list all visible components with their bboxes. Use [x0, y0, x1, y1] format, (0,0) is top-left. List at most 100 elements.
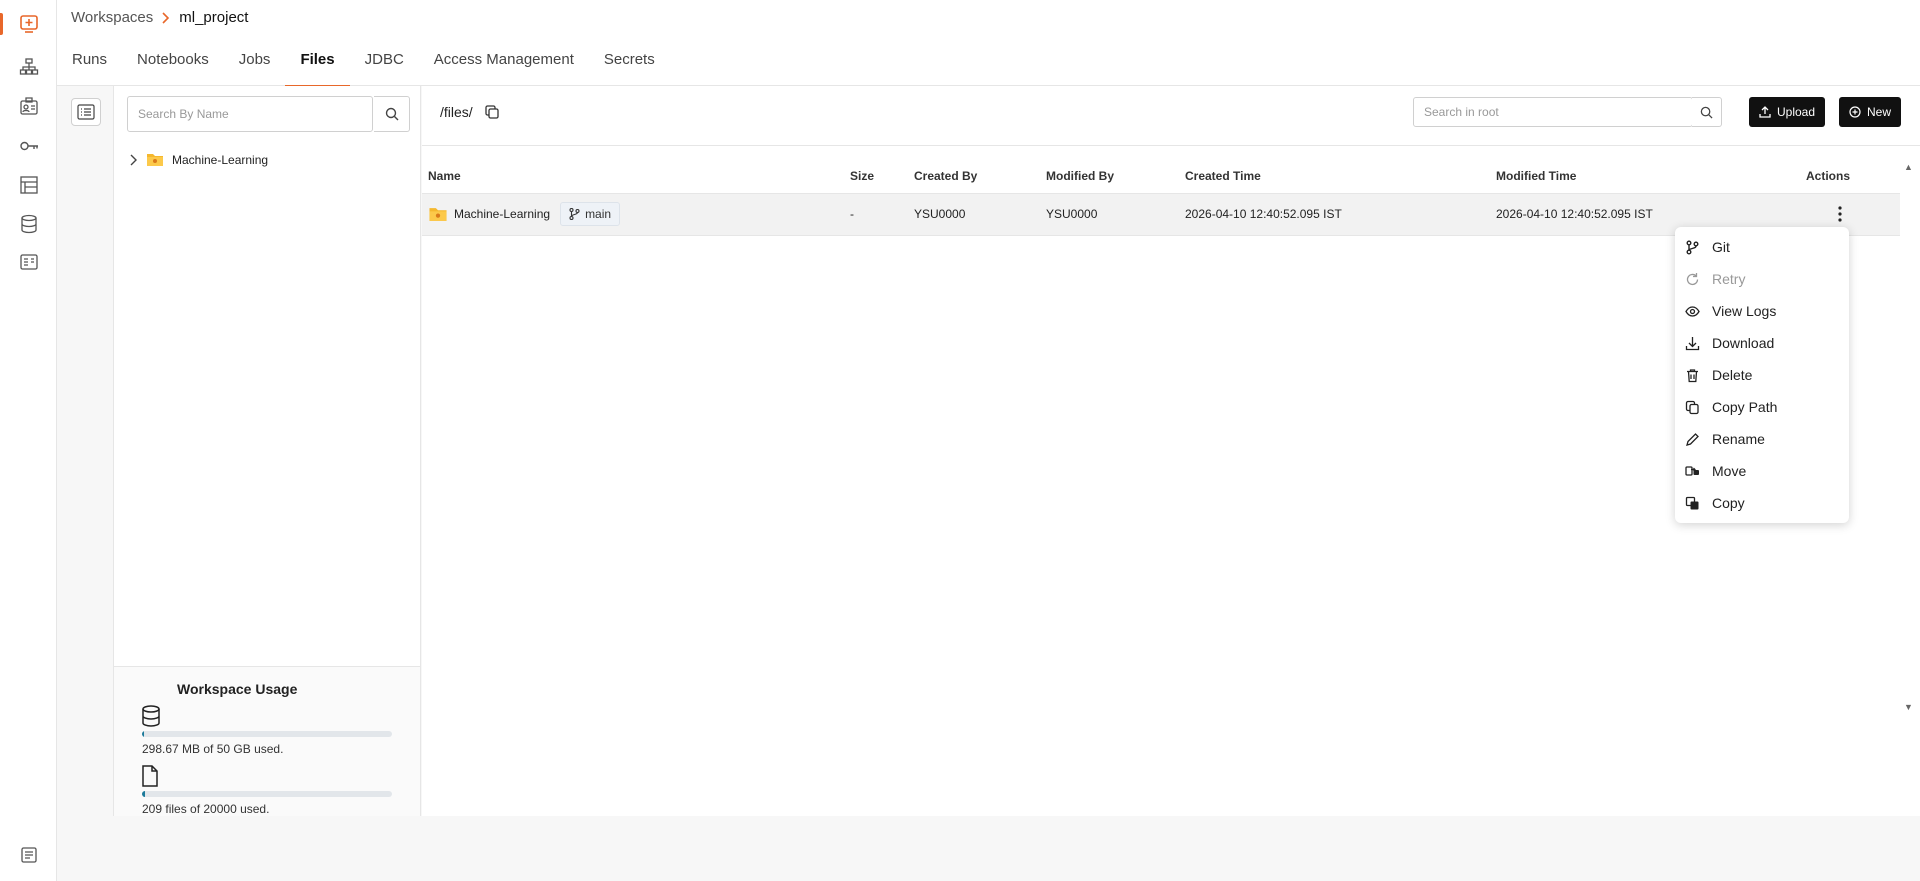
menu-item-label: Move — [1712, 463, 1747, 479]
path-row: /files/ — [440, 104, 499, 120]
copy-path-icon[interactable] — [485, 105, 499, 119]
plus-circle-icon — [1849, 106, 1861, 118]
menu-item-git[interactable]: Git — [1675, 231, 1849, 263]
move-icon — [1685, 465, 1699, 476]
tab-jobs[interactable]: Jobs — [224, 40, 286, 86]
key-icon — [19, 141, 38, 151]
breadcrumb: Workspaces ml_project — [71, 9, 248, 26]
tree-item-machine-learning[interactable]: Machine-Learning — [128, 152, 268, 167]
menu-item-rename[interactable]: Rename — [1675, 423, 1849, 455]
table-header-row: Name Size Created By Modified By Created… — [422, 159, 1900, 194]
file-tree-panel: Machine-Learning Workspace Usage 298.67 … — [114, 86, 421, 816]
eye-icon — [1685, 305, 1700, 317]
col-modified-time[interactable]: Modified Time — [1490, 159, 1800, 194]
rail-users[interactable] — [0, 87, 57, 125]
retry-icon — [1686, 272, 1699, 285]
rail-docs[interactable] — [0, 836, 57, 874]
storage-usage-fill — [142, 731, 144, 737]
tree-search-button[interactable] — [374, 96, 410, 132]
menu-item-label: Copy Path — [1712, 399, 1778, 415]
row-context-menu: Git Retry View Logs Download Delete Copy… — [1675, 227, 1849, 523]
branch-chip[interactable]: main — [560, 202, 621, 226]
tab-runs[interactable]: Runs — [57, 40, 122, 86]
menu-item-label: Delete — [1712, 367, 1753, 383]
sitemap-icon — [19, 58, 38, 75]
menu-item-label: View Logs — [1712, 303, 1777, 319]
menu-item-view-logs[interactable]: View Logs — [1675, 295, 1849, 327]
menu-item-copy-path[interactable]: Copy Path — [1675, 391, 1849, 423]
breadcrumb-workspaces[interactable]: Workspaces — [71, 9, 153, 26]
menu-item-label: Retry — [1712, 271, 1746, 287]
upload-icon — [1759, 106, 1771, 118]
col-created-by[interactable]: Created By — [908, 159, 1040, 194]
workspace-usage: Workspace Usage 298.67 MB of 50 GB used.… — [114, 666, 420, 816]
col-created-time[interactable]: Created Time — [1179, 159, 1490, 194]
scroll-down-arrow[interactable]: ▼ — [1904, 702, 1913, 712]
files-usage-fill — [142, 791, 145, 797]
rail-data[interactable] — [0, 205, 57, 243]
toolbar-divider — [422, 145, 1920, 146]
new-label: New — [1867, 105, 1892, 119]
search-icon — [1700, 106, 1713, 119]
search-icon — [385, 107, 398, 121]
tab-notebooks[interactable]: Notebooks — [122, 40, 224, 86]
row-actions-button[interactable] — [1830, 204, 1850, 224]
file-icon — [142, 765, 158, 787]
col-name[interactable]: Name — [422, 159, 844, 194]
rail-reports[interactable] — [0, 243, 57, 281]
branch-name: main — [585, 207, 612, 221]
trash-icon — [1687, 368, 1698, 382]
git-folder-icon — [147, 154, 163, 166]
usage-title: Workspace Usage — [177, 681, 298, 697]
tree-search-input[interactable] — [127, 96, 373, 132]
kebab-menu-icon — [1838, 205, 1842, 222]
new-button[interactable]: New — [1839, 97, 1902, 127]
menu-item-retry[interactable]: Retry — [1675, 263, 1849, 295]
rail-workspace[interactable] — [0, 5, 57, 43]
tab-access-management[interactable]: Access Management — [419, 40, 589, 86]
tree-toggle-column — [57, 86, 114, 816]
pencil-icon — [1686, 432, 1699, 446]
rail-pipelines[interactable] — [0, 48, 57, 86]
tree-item-label: Machine-Learning — [172, 152, 269, 167]
root-search-input[interactable] — [1413, 97, 1693, 127]
tab-secrets[interactable]: Secrets — [589, 40, 670, 86]
col-modified-by[interactable]: Modified By — [1040, 159, 1179, 194]
boards-icon — [19, 176, 38, 194]
cell-size: - — [844, 193, 908, 236]
menu-item-delete[interactable]: Delete — [1675, 359, 1849, 391]
download-icon — [1685, 336, 1700, 350]
chevron-right-icon[interactable] — [128, 154, 138, 166]
git-branch-icon — [569, 208, 580, 220]
scroll-up-arrow[interactable]: ▲ — [1904, 162, 1913, 172]
git-folder-icon — [429, 208, 447, 221]
menu-item-move[interactable]: Move — [1675, 455, 1849, 487]
cell-modified-by: YSU0000 — [1040, 193, 1179, 236]
app-root: Workspaces ml_project Runs Notebooks Job… — [0, 0, 1920, 881]
tab-bar: Runs Notebooks Jobs Files JDBC Access Ma… — [57, 40, 1920, 87]
cell-created-time: 2026-04-10 12:40:52.095 IST — [1179, 193, 1490, 236]
col-actions: Actions — [1800, 159, 1900, 194]
receipt-icon — [19, 254, 38, 270]
breadcrumb-current: ml_project — [179, 9, 249, 26]
rail-keys[interactable] — [0, 127, 57, 165]
menu-item-label: Rename — [1712, 431, 1765, 447]
workspace-icon — [19, 15, 38, 33]
menu-item-download[interactable]: Download — [1675, 327, 1849, 359]
upload-label: Upload — [1777, 105, 1816, 119]
cell-name[interactable]: Machine-Learning main — [422, 193, 844, 236]
storage-usage-text: 298.67 MB of 50 GB used. — [142, 742, 284, 756]
copy-icon — [1685, 496, 1699, 509]
root-search-button[interactable] — [1692, 97, 1722, 127]
menu-item-copy[interactable]: Copy — [1675, 487, 1849, 519]
upload-button[interactable]: Upload — [1749, 97, 1826, 127]
file-name[interactable]: Machine-Learning — [454, 207, 550, 221]
tab-files[interactable]: Files — [285, 40, 350, 87]
rail-boards[interactable] — [0, 166, 57, 204]
git-branch-icon — [1686, 240, 1699, 254]
toggle-tree-button[interactable] — [71, 98, 101, 126]
files-usage-text: 209 files of 20000 used. — [142, 802, 270, 816]
menu-item-label: Copy — [1712, 495, 1745, 511]
col-size[interactable]: Size — [844, 159, 908, 194]
tab-jdbc[interactable]: JDBC — [350, 40, 419, 86]
